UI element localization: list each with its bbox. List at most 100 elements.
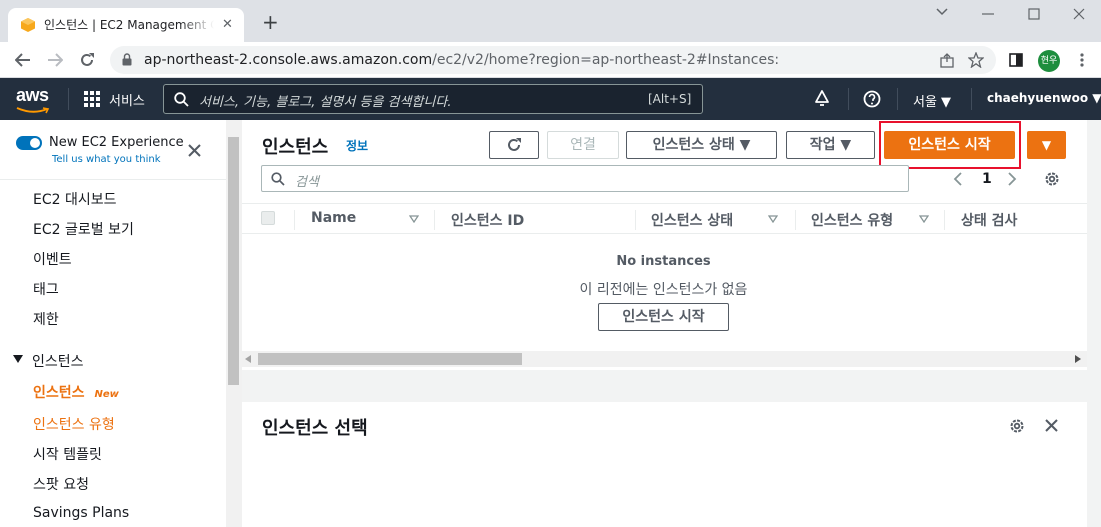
empty-state-message: 이 리전에는 인스턴스가 없음 xyxy=(579,282,748,298)
sort-caret-icon[interactable] xyxy=(919,215,929,223)
address-bar[interactable]: ap-northeast-2.console.aws.amazon.com/ec… xyxy=(110,46,996,74)
column-separator xyxy=(944,210,945,230)
column-separator xyxy=(434,210,435,230)
browser-tab[interactable]: 인스턴스 | EC2 Management Console ✕ xyxy=(8,8,244,42)
refresh-button[interactable] xyxy=(489,131,539,159)
section-caret-down-icon[interactable] xyxy=(13,355,23,363)
new-tab-button[interactable]: + xyxy=(262,12,279,32)
nav-divider xyxy=(971,88,972,110)
instance-search-input[interactable]: 검색 xyxy=(261,165,909,192)
column-header-instance-id[interactable]: 인스턴스 ID xyxy=(451,210,524,230)
url-text: ap-northeast-2.console.aws.amazon.com/ec… xyxy=(144,52,779,68)
new-experience-toggle[interactable] xyxy=(16,136,42,150)
column-header-instance-state[interactable]: 인스턴스 상태 xyxy=(651,210,733,230)
sidebar: New EC2 Experience Tell us what you thin… xyxy=(0,120,226,527)
nav-divider xyxy=(848,88,849,110)
sidebar-item-savings-plans[interactable]: Savings Plans xyxy=(33,505,129,521)
sidebar-item-limits[interactable]: 제한 xyxy=(33,309,59,329)
aws-smile-icon xyxy=(16,107,50,114)
empty-state-title: No instances xyxy=(616,254,711,269)
tab-search-icon[interactable] xyxy=(936,8,948,16)
table-horizontal-scrollbar[interactable] xyxy=(242,351,1087,367)
column-separator xyxy=(294,210,295,230)
sidebar-item-instance-types[interactable]: 인스턴스 유형 xyxy=(33,414,115,434)
actions-button[interactable]: 작업 ▼ xyxy=(786,131,875,159)
page-number[interactable]: 1 xyxy=(982,171,992,187)
detail-settings-gear-icon[interactable] xyxy=(1008,417,1026,435)
scroll-left-icon[interactable] xyxy=(245,355,251,363)
detail-panel: 인스턴스 선택 xyxy=(242,402,1087,527)
next-page-icon[interactable] xyxy=(1008,172,1017,186)
window-close-icon[interactable] xyxy=(1073,8,1085,20)
new-badge: New xyxy=(94,389,119,400)
bookmark-star-icon[interactable] xyxy=(968,52,984,68)
horizontal-scrollbar-thumb[interactable] xyxy=(258,353,522,365)
url-path: /ec2/v2/home?region=ap-northeast-2#Insta… xyxy=(432,52,780,68)
connect-button[interactable]: 연결 xyxy=(547,131,619,159)
instances-panel: 인스턴스 정보 연결 인스턴스 상태 ▼ 작업 ▼ 인스턴스 시작 ▼ 검색 1 xyxy=(242,120,1087,370)
launch-instances-button[interactable]: 인스턴스 시작 xyxy=(884,131,1015,159)
kebab-menu-icon[interactable] xyxy=(1080,53,1084,67)
sidebar-divider xyxy=(0,179,226,180)
share-icon[interactable] xyxy=(940,53,955,68)
side-panel-icon[interactable] xyxy=(1009,53,1023,67)
search-icon xyxy=(271,172,285,186)
sidebar-item-launch-templates[interactable]: 시작 템플릿 xyxy=(33,444,102,464)
column-header-name[interactable]: Name xyxy=(311,210,356,226)
minimize-icon[interactable] xyxy=(982,13,994,15)
tab-title: 인스턴스 | EC2 Management Console xyxy=(44,18,214,32)
nav-divider xyxy=(897,88,898,110)
empty-launch-instances-button[interactable]: 인스턴스 시작 xyxy=(598,303,729,331)
reload-icon[interactable] xyxy=(79,52,95,68)
sidebar-item-label: 인스턴스 xyxy=(33,385,85,401)
services-label: 서비스 xyxy=(109,94,145,109)
url-host: ap-northeast-2.console.aws.amazon.com xyxy=(144,52,433,68)
aws-top-nav: aws 서비스 서비스, 기능, 블로그, 설명서 등을 검색합니다. [Alt… xyxy=(0,78,1101,120)
settings-gear-icon[interactable] xyxy=(1043,170,1061,188)
aws-logo-text: aws xyxy=(16,85,49,105)
instance-search-placeholder: 검색 xyxy=(295,175,319,190)
page-title: 인스턴스 xyxy=(262,137,329,158)
feedback-link[interactable]: Tell us what you think xyxy=(52,154,161,165)
sidebar-item-instances[interactable]: 인스턴스 New xyxy=(33,382,119,402)
browser-toolbar: ap-northeast-2.console.aws.amazon.com/ec… xyxy=(0,42,1101,78)
search-shortcut-hint: [Alt+S] xyxy=(648,92,692,106)
profile-avatar[interactable]: 현우 xyxy=(1038,50,1060,72)
maximize-icon[interactable] xyxy=(1028,8,1040,20)
nav-divider xyxy=(68,88,69,110)
column-header-instance-type[interactable]: 인스턴스 유형 xyxy=(811,210,893,230)
scroll-right-icon[interactable] xyxy=(1075,355,1081,363)
info-link[interactable]: 정보 xyxy=(346,137,368,154)
console-search-input[interactable]: 서비스, 기능, 블로그, 설명서 등을 검색합니다. [Alt+S] xyxy=(163,84,703,114)
detail-panel-title: 인스턴스 선택 xyxy=(262,418,368,439)
forward-arrow-icon[interactable] xyxy=(47,53,63,67)
toggle-knob xyxy=(30,138,40,148)
back-arrow-icon[interactable] xyxy=(15,53,31,67)
region-selector[interactable]: 서울 ▼ xyxy=(913,91,951,110)
sidebar-item-spot-requests[interactable]: 스팟 요청 xyxy=(33,474,89,494)
instance-state-button[interactable]: 인스턴스 상태 ▼ xyxy=(626,131,777,159)
launch-dropdown-button[interactable]: ▼ xyxy=(1027,131,1066,159)
column-separator xyxy=(795,210,796,230)
aws-favicon-icon xyxy=(21,18,35,32)
account-menu[interactable]: chaehyuenwoo ▼ xyxy=(987,91,1101,105)
sort-caret-icon[interactable] xyxy=(768,215,778,223)
table-header-border xyxy=(242,233,1087,234)
aws-logo[interactable]: aws xyxy=(16,85,50,114)
sidebar-item-global-view[interactable]: EC2 글로벌 보기 xyxy=(33,219,134,239)
tab-close-icon[interactable]: ✕ xyxy=(222,17,233,32)
help-question-icon[interactable] xyxy=(863,90,881,108)
prev-page-icon[interactable] xyxy=(953,172,962,186)
refresh-icon xyxy=(508,138,521,151)
column-header-status-check[interactable]: 상태 검사 xyxy=(961,210,1017,230)
sidebar-close-icon[interactable] xyxy=(188,144,201,157)
lock-icon xyxy=(122,53,132,66)
grid-menu-icon xyxy=(84,91,100,107)
browser-titlebar: 인스턴스 | EC2 Management Console ✕ + xyxy=(0,0,1101,42)
cloudshell-bell-icon[interactable] xyxy=(813,89,831,107)
detail-close-icon[interactable] xyxy=(1045,419,1058,432)
select-all-checkbox[interactable] xyxy=(261,211,275,225)
sort-caret-icon[interactable] xyxy=(409,215,419,223)
sidebar-section-instances[interactable]: 인스턴스 xyxy=(32,351,84,371)
sidebar-item-dashboard[interactable]: EC2 대시보드 xyxy=(33,189,117,209)
